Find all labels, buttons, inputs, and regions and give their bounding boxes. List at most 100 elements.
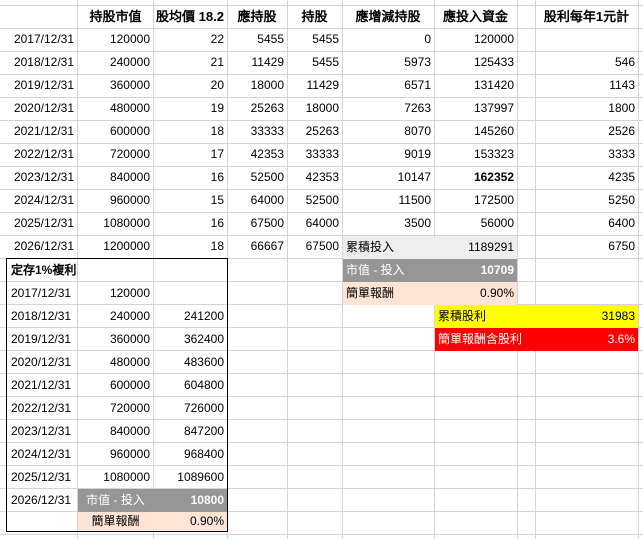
- deposit-cell-value[interactable]: 600000: [78, 374, 153, 397]
- cell-date[interactable]: 2020/12/31: [3, 97, 77, 120]
- cell-target-shares[interactable]: 66667: [227, 235, 287, 258]
- simple-return-label[interactable]: 簡單報酬: [343, 282, 434, 305]
- cell-dividend[interactable]: 1143: [535, 74, 638, 97]
- cell-value[interactable]: 960000: [78, 189, 153, 212]
- cell-price[interactable]: 22: [153, 28, 227, 51]
- cell-target-shares[interactable]: 67500: [227, 212, 287, 235]
- cell-target-shares[interactable]: 64000: [227, 189, 287, 212]
- deposit-cell-date[interactable]: 2025/12/31: [8, 466, 77, 489]
- deposit-cell-compound[interactable]: 241200: [153, 305, 227, 328]
- cell-invest[interactable]: 125433: [434, 51, 517, 74]
- cell-delta[interactable]: 0: [342, 28, 434, 51]
- cell-value[interactable]: 120000: [78, 28, 153, 51]
- cell-dividend[interactable]: 3333: [535, 143, 638, 166]
- cell-price[interactable]: 16: [153, 212, 227, 235]
- cell-value[interactable]: 720000: [78, 143, 153, 166]
- cell-target-shares[interactable]: 42353: [227, 143, 287, 166]
- cell-date[interactable]: 2025/12/31: [3, 212, 77, 235]
- deposit-cell-date[interactable]: 2022/12/31: [8, 397, 77, 420]
- cell-value[interactable]: 840000: [78, 166, 153, 189]
- cell-target-shares[interactable]: 52500: [227, 166, 287, 189]
- cell-date[interactable]: 2019/12/31: [3, 74, 77, 97]
- market-minus-invest-value[interactable]: 10709: [434, 259, 517, 282]
- cell-delta[interactable]: 7263: [342, 97, 434, 120]
- deposit-cell-compound[interactable]: 604800: [153, 374, 227, 397]
- header-target-shares[interactable]: 應持股: [227, 5, 287, 28]
- cell-shares[interactable]: 11429: [287, 74, 342, 97]
- cell-price[interactable]: 18: [153, 120, 227, 143]
- cell-delta[interactable]: 11500: [342, 189, 434, 212]
- cell-price[interactable]: 17: [153, 143, 227, 166]
- cell-price[interactable]: 21: [153, 51, 227, 74]
- cell-shares[interactable]: 25263: [287, 120, 342, 143]
- cell-invest[interactable]: 137997: [434, 97, 517, 120]
- cum-dividend-label[interactable]: 累積股利: [435, 305, 535, 328]
- cell-invest[interactable]: 56000: [434, 212, 517, 235]
- header-delta-shares[interactable]: 應增減持股: [342, 5, 434, 28]
- deposit-simple-return-value[interactable]: 0.90%: [153, 512, 227, 531]
- header-avg-price[interactable]: 股均價 18.2: [153, 5, 227, 28]
- deposit-cell-compound[interactable]: 1089600: [153, 466, 227, 489]
- deposit-simple-return-label[interactable]: 簡單報酬: [78, 512, 153, 531]
- cell-price[interactable]: 15: [153, 189, 227, 212]
- deposit-cell-compound[interactable]: 968400: [153, 443, 227, 466]
- deposit-cell-value[interactable]: 840000: [78, 420, 153, 443]
- deposit-cell-date[interactable]: 2019/12/31: [8, 328, 77, 351]
- header-invest[interactable]: 應投入資金: [434, 5, 517, 28]
- cell-price[interactable]: 18: [153, 235, 227, 258]
- cell-value[interactable]: 480000: [78, 97, 153, 120]
- cell-value[interactable]: 360000: [78, 74, 153, 97]
- deposit-cell-date[interactable]: 2017/12/31: [8, 282, 77, 305]
- deposit-market-minus-value[interactable]: 10800: [153, 489, 227, 512]
- cell-dividend[interactable]: 4235: [535, 166, 638, 189]
- cell-shares[interactable]: 5455: [287, 28, 342, 51]
- deposit-cell-date[interactable]: 2020/12/31: [8, 351, 77, 374]
- cell-price[interactable]: 19: [153, 97, 227, 120]
- deposit-cell-value[interactable]: 360000: [78, 328, 153, 351]
- deposit-cell-date[interactable]: 2018/12/31: [8, 305, 77, 328]
- cell-target-shares[interactable]: 5455: [227, 28, 287, 51]
- cell-delta[interactable]: 3500: [342, 212, 434, 235]
- deposit-cell-value[interactable]: 960000: [78, 443, 153, 466]
- cell-dividend[interactable]: 5250: [535, 189, 638, 212]
- return-with-dividend-label[interactable]: 簡單報酬含股利: [435, 328, 535, 351]
- cell-date[interactable]: 2017/12/31: [3, 28, 77, 51]
- cell-invest[interactable]: 153323: [434, 143, 517, 166]
- deposit-cell-compound[interactable]: 362400: [153, 328, 227, 351]
- deposit-cell-date[interactable]: 2021/12/31: [8, 374, 77, 397]
- cum-invest-value[interactable]: 1189291: [434, 236, 517, 259]
- cell-dividend[interactable]: 6400: [535, 212, 638, 235]
- deposit-cell-date[interactable]: 2024/12/31: [8, 443, 77, 466]
- cell-shares[interactable]: 42353: [287, 166, 342, 189]
- cell-invest[interactable]: 120000: [434, 28, 517, 51]
- cell-date[interactable]: 2026/12/31: [3, 235, 77, 258]
- header-market-value[interactable]: 持股市值: [78, 5, 153, 28]
- cell-shares[interactable]: 64000: [287, 212, 342, 235]
- cell-dividend[interactable]: 6750: [535, 235, 638, 258]
- cell-invest[interactable]: 145260: [434, 120, 517, 143]
- cell-target-shares[interactable]: 11429: [227, 51, 287, 74]
- cell-date[interactable]: 2022/12/31: [3, 143, 77, 166]
- cell-delta[interactable]: 9019: [342, 143, 434, 166]
- cell-target-shares[interactable]: 18000: [227, 74, 287, 97]
- cell-value[interactable]: 1200000: [78, 235, 153, 258]
- cum-invest-label[interactable]: 累積投入: [343, 236, 434, 259]
- cell-price[interactable]: 20: [153, 74, 227, 97]
- cell-shares[interactable]: 33333: [287, 143, 342, 166]
- deposit-title[interactable]: 定存1%複利: [8, 259, 148, 282]
- cell-dividend[interactable]: [535, 28, 638, 51]
- deposit-cell-date[interactable]: 2023/12/31: [8, 420, 77, 443]
- cell-delta[interactable]: 6571: [342, 74, 434, 97]
- deposit-cell-date[interactable]: 2026/12/31: [8, 489, 77, 512]
- cell-date[interactable]: 2021/12/31: [3, 120, 77, 143]
- deposit-cell-value[interactable]: 240000: [78, 305, 153, 328]
- deposit-cell-compound[interactable]: [153, 282, 227, 305]
- header-dividend[interactable]: 股利每年1元計: [535, 5, 638, 28]
- deposit-cell-value[interactable]: 480000: [78, 351, 153, 374]
- cell-value[interactable]: 1080000: [78, 212, 153, 235]
- cell-date[interactable]: 2018/12/31: [3, 51, 77, 74]
- cell-shares[interactable]: 67500: [287, 235, 342, 258]
- cell-delta[interactable]: 8070: [342, 120, 434, 143]
- cell-target-shares[interactable]: 33333: [227, 120, 287, 143]
- deposit-market-minus-label[interactable]: 市值 - 投入: [78, 489, 153, 512]
